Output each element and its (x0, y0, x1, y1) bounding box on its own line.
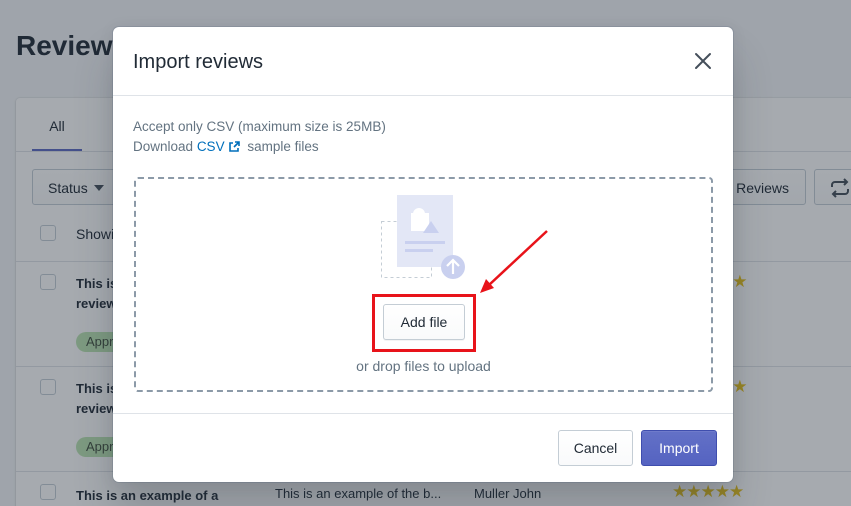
external-link-icon[interactable] (228, 141, 240, 152)
close-button[interactable] (689, 47, 717, 75)
modal-header: Import reviews (113, 27, 733, 96)
close-icon (695, 53, 711, 69)
modal-footer-divider (113, 413, 733, 414)
accept-info-text: Accept only CSV (maximum size is 25MB) (133, 119, 386, 134)
download-sample-line: Download CSV sample files (133, 139, 319, 154)
file-upload-illustration (381, 195, 465, 279)
download-suffix: sample files (247, 139, 319, 154)
modal-title: Import reviews (133, 51, 264, 73)
file-dropzone[interactable]: Add file or drop files to upload (134, 177, 713, 392)
annotation-highlight-box (372, 294, 476, 352)
download-prefix: Download (133, 139, 194, 154)
csv-sample-link[interactable]: CSV (197, 139, 225, 154)
import-button[interactable]: Import (641, 430, 717, 466)
import-reviews-modal: Import reviews Accept only CSV (maximum … (113, 27, 733, 482)
cancel-button[interactable]: Cancel (558, 430, 633, 466)
drop-files-hint: or drop files to upload (356, 358, 491, 374)
